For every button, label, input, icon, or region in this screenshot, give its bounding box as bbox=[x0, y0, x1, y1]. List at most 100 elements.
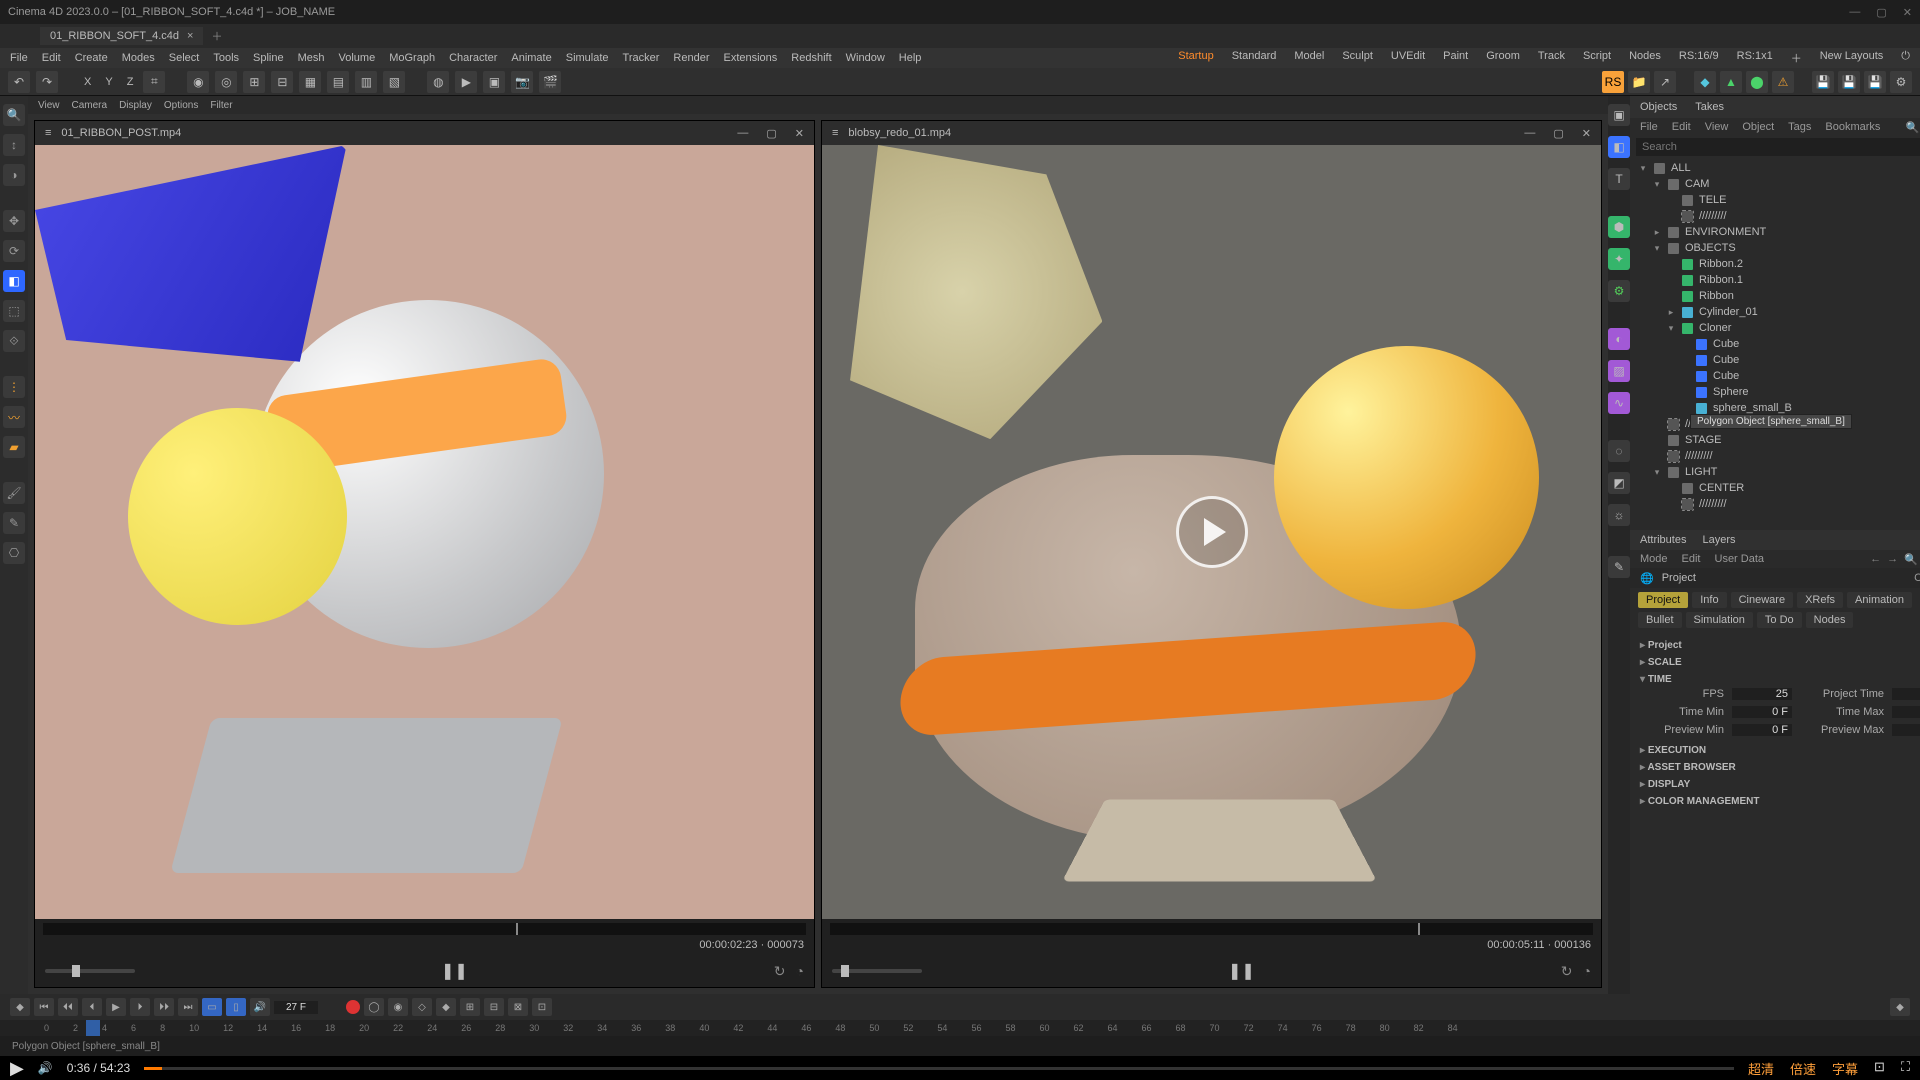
tmin-field[interactable]: 0 F bbox=[1732, 706, 1792, 718]
points-mode-icon[interactable]: ⋮ bbox=[3, 376, 25, 398]
fullscreen-icon[interactable]: ⛶ bbox=[1901, 1059, 1910, 1078]
om-menu-item[interactable]: Object bbox=[1742, 121, 1774, 133]
status-icon[interactable]: ◆ bbox=[1694, 71, 1716, 93]
layout-tab[interactable]: Nodes bbox=[1629, 50, 1661, 66]
frame-back-icon[interactable]: ⏴ bbox=[82, 998, 102, 1016]
open-icon[interactable]: 📁 bbox=[1628, 71, 1650, 93]
pmax-field[interactable]: 85 F bbox=[1892, 724, 1920, 736]
video-progress[interactable] bbox=[144, 1067, 1734, 1070]
key-icon[interactable]: ⊟ bbox=[484, 998, 504, 1016]
tree-twisty-icon[interactable]: ▾ bbox=[1638, 163, 1648, 174]
undo-button[interactable]: ↶ bbox=[8, 71, 30, 93]
om-menu-item[interactable]: View bbox=[1705, 121, 1729, 133]
attr-tab[interactable]: Bullet bbox=[1638, 612, 1682, 628]
save-icon[interactable]: 💾 bbox=[1864, 71, 1886, 93]
goto-end-icon[interactable]: ⏭ bbox=[178, 998, 198, 1016]
video-volume-icon[interactable]: 🔊 bbox=[38, 1061, 53, 1075]
menu-item[interactable]: Mesh bbox=[298, 52, 325, 64]
search-icon[interactable]: 🔍 bbox=[1904, 553, 1918, 566]
panel-tab-takes[interactable]: Takes bbox=[1695, 101, 1724, 113]
scale-icon[interactable]: ◧ bbox=[3, 270, 25, 292]
snap-icon[interactable]: ⊞ bbox=[243, 71, 265, 93]
video-play-button[interactable]: ▶ bbox=[10, 1058, 24, 1079]
redo-button[interactable]: ↷ bbox=[36, 71, 58, 93]
play-overlay-icon[interactable] bbox=[1176, 496, 1248, 568]
player-max-icon[interactable]: ▢ bbox=[766, 127, 776, 140]
om-menu-item[interactable]: Tags bbox=[1788, 121, 1811, 133]
layout-tab[interactable]: Paint bbox=[1443, 50, 1468, 66]
play-pause-button[interactable]: ❚❚ bbox=[1229, 959, 1253, 983]
record-button[interactable] bbox=[346, 1000, 360, 1014]
step-back-icon[interactable]: ⏴⏴ bbox=[58, 998, 78, 1016]
om-menu-item[interactable]: File bbox=[1640, 121, 1658, 133]
light-icon[interactable]: ☼ bbox=[1608, 504, 1630, 526]
layout-tab[interactable]: Model bbox=[1294, 50, 1324, 66]
deformer-icon[interactable]: ▨ bbox=[1608, 360, 1630, 382]
om-menu-item[interactable]: Edit bbox=[1672, 121, 1691, 133]
snap-icon[interactable]: ⊟ bbox=[271, 71, 293, 93]
tree-twisty-icon[interactable]: ▸ bbox=[1652, 227, 1662, 238]
attr-tab-project[interactable]: Project bbox=[1638, 592, 1688, 608]
panel-tab-layers[interactable]: Layers bbox=[1702, 534, 1735, 546]
attr-section-header[interactable]: Project bbox=[1640, 640, 1920, 651]
tree-row[interactable]: Ribbon.2 bbox=[1630, 256, 1920, 272]
clock-icon[interactable]: ◔ bbox=[796, 963, 804, 980]
menu-item[interactable]: Select bbox=[169, 52, 200, 64]
rs-icon[interactable]: RS bbox=[1602, 71, 1624, 93]
attr-section-header[interactable]: ASSET BROWSER bbox=[1640, 762, 1920, 773]
pip-icon[interactable]: ⊡ bbox=[1874, 1059, 1885, 1078]
add-layout-icon[interactable]: ＋ bbox=[1791, 50, 1802, 66]
autokey-icon[interactable]: ◉ bbox=[388, 998, 408, 1016]
tree-row[interactable]: Ribbon.1 bbox=[1630, 272, 1920, 288]
menu-item[interactable]: Simulate bbox=[566, 52, 609, 64]
layout-tab[interactable]: Standard bbox=[1232, 50, 1277, 66]
workplane-icon[interactable]: ▤ bbox=[327, 71, 349, 93]
tree-row[interactable]: ///////// bbox=[1630, 448, 1920, 464]
vp-menu-item[interactable]: Display bbox=[119, 100, 152, 111]
panel-tab-objects[interactable]: Objects bbox=[1640, 101, 1677, 113]
vp-menu-item[interactable]: View bbox=[38, 100, 60, 111]
attr-section-header[interactable]: DISPLAY bbox=[1640, 779, 1920, 790]
tree-row[interactable]: ▾LIGHT bbox=[1630, 464, 1920, 480]
tree-row[interactable]: STAGE bbox=[1630, 432, 1920, 448]
camera-icon[interactable]: ◩ bbox=[1608, 472, 1630, 494]
text-icon[interactable]: T bbox=[1608, 168, 1630, 190]
save-icon[interactable]: 💾 bbox=[1838, 71, 1860, 93]
tree-row[interactable]: TELE bbox=[1630, 192, 1920, 208]
live-select-icon[interactable]: ◑ bbox=[3, 164, 25, 186]
speed-button[interactable]: 倍速 bbox=[1790, 1059, 1816, 1078]
quality-button[interactable]: 超清 bbox=[1748, 1059, 1774, 1078]
menu-item[interactable]: Modes bbox=[122, 52, 155, 64]
snap-icon[interactable]: ◎ bbox=[215, 71, 237, 93]
player-close-icon[interactable]: ✕ bbox=[795, 127, 804, 140]
layout-tab[interactable]: RS:16/9 bbox=[1679, 50, 1719, 66]
tree-row[interactable]: sphere_small_B bbox=[1630, 400, 1920, 416]
layout-toggle-icon[interactable]: ⏻ bbox=[1901, 50, 1910, 66]
tree-twisty-icon[interactable]: ▾ bbox=[1652, 243, 1662, 254]
render-view-icon[interactable]: ◍ bbox=[427, 71, 449, 93]
rotate-icon[interactable]: ⟳ bbox=[3, 240, 25, 262]
play-pause-button[interactable]: ❚❚ bbox=[442, 959, 466, 983]
tree-row[interactable]: Cube bbox=[1630, 352, 1920, 368]
render-icon[interactable]: 📷 bbox=[511, 71, 533, 93]
tree-row[interactable]: ▸ENVIRONMENT bbox=[1630, 224, 1920, 240]
clock-icon[interactable]: ◔ bbox=[1583, 963, 1591, 980]
menu-item[interactable]: File bbox=[10, 52, 28, 64]
menu-item[interactable]: Edit bbox=[42, 52, 61, 64]
field-icon[interactable]: ◌ bbox=[1608, 440, 1630, 462]
os-min-icon[interactable]: — bbox=[1849, 6, 1860, 19]
tmax-field[interactable]: 85 F bbox=[1892, 706, 1920, 718]
layout-tab[interactable]: Groom bbox=[1486, 50, 1520, 66]
gear-icon[interactable]: ⚙ bbox=[1608, 280, 1630, 302]
attr-section-header[interactable]: COLOR MANAGEMENT bbox=[1640, 796, 1920, 807]
speed-slider[interactable] bbox=[45, 969, 135, 973]
key-icon[interactable]: ◯ bbox=[364, 998, 384, 1016]
save-icon[interactable]: 💾 bbox=[1812, 71, 1834, 93]
tree-row[interactable]: ▸Cylinder_01 bbox=[1630, 304, 1920, 320]
polys-mode-icon[interactable]: ▰ bbox=[3, 436, 25, 458]
speed-slider[interactable] bbox=[832, 969, 922, 973]
player-max-icon[interactable]: ▢ bbox=[1553, 127, 1563, 140]
menu-item[interactable]: Volume bbox=[339, 52, 376, 64]
menu-item[interactable]: Extensions bbox=[723, 52, 777, 64]
generator-icon[interactable]: ✦ bbox=[1608, 248, 1630, 270]
